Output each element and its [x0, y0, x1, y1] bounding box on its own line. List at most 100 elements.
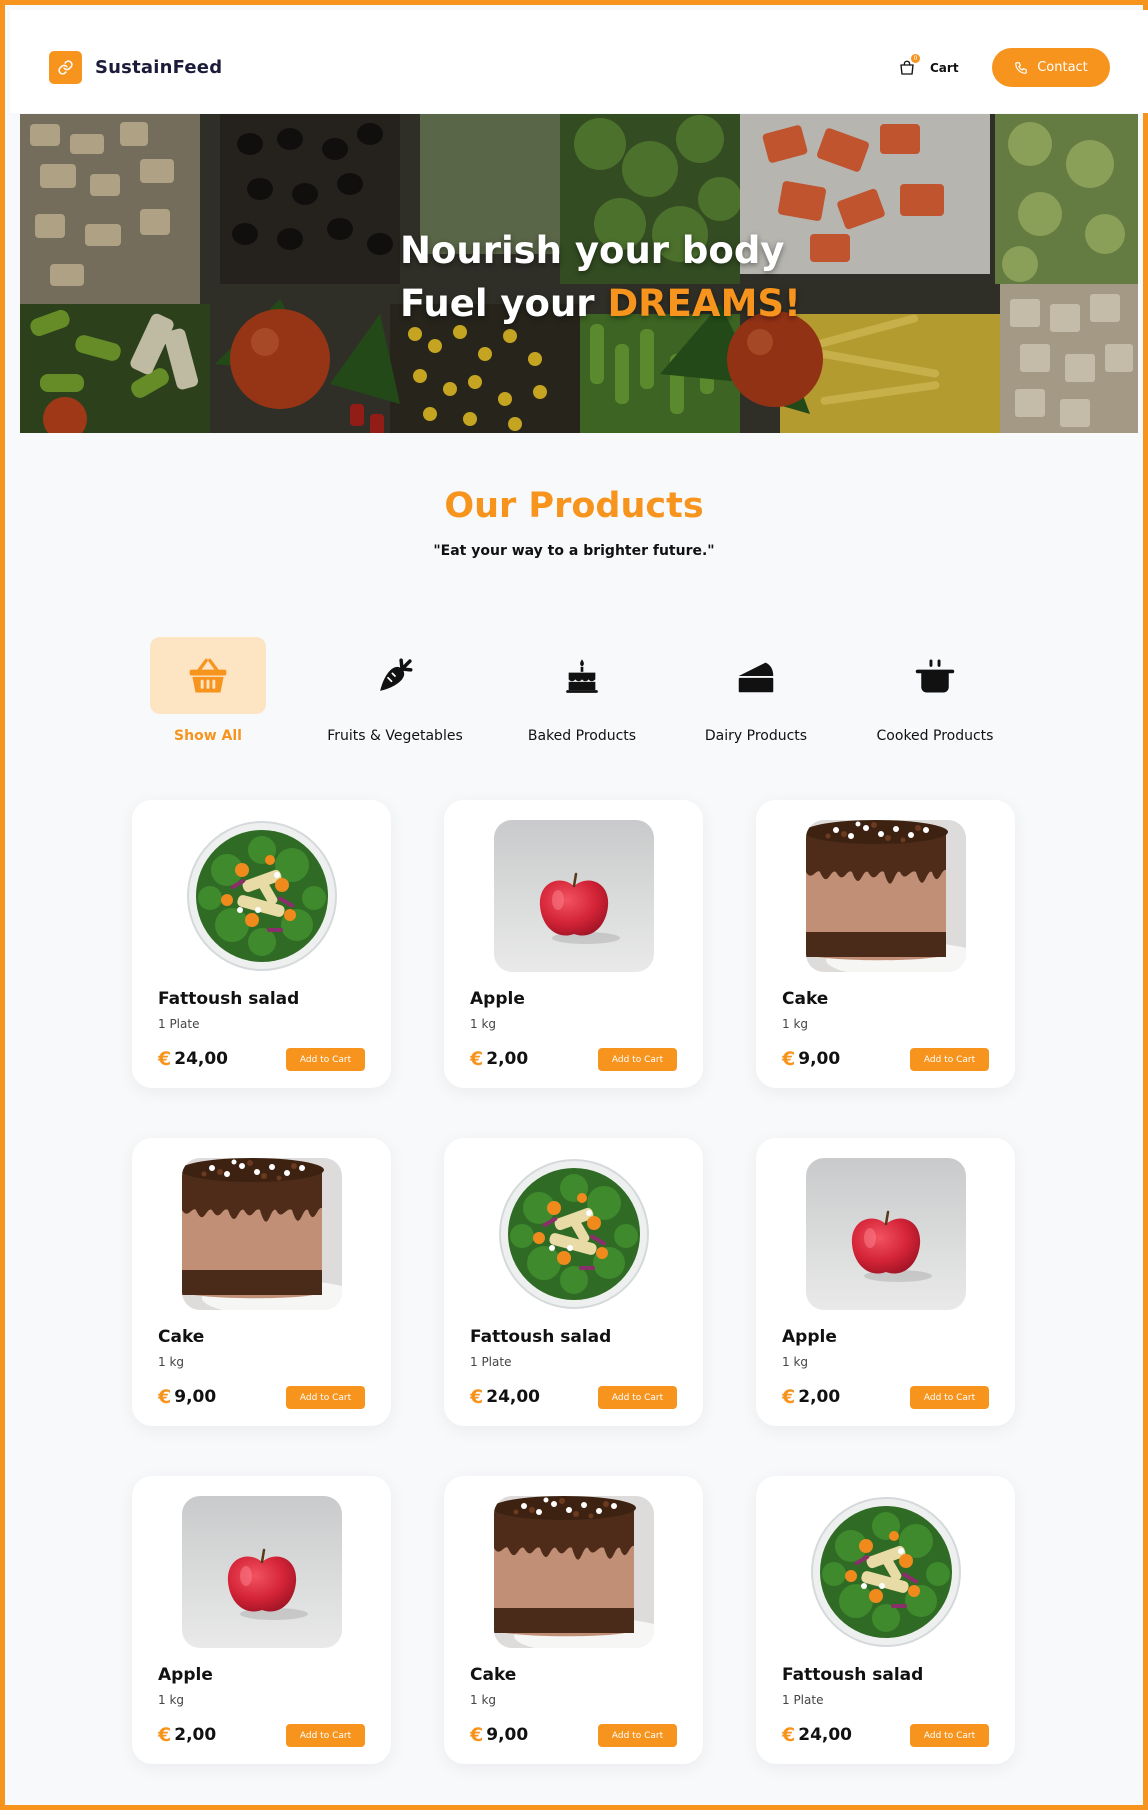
- contact-label: Contact: [1037, 60, 1088, 75]
- euro-currency-icon: €: [470, 1386, 484, 1408]
- shopping-bag-icon: 0: [898, 54, 920, 77]
- price-amount: 24,00: [486, 1387, 541, 1407]
- product-quantity: 1 kg: [470, 1693, 497, 1707]
- hero-line-2-accent: DREAMS!: [607, 282, 801, 325]
- product-card[interactable]: Cake 1 kg €9,00 Add to Cart: [756, 800, 1015, 1088]
- product-card[interactable]: Apple 1 kg €2,00 Add to Cart: [444, 800, 703, 1088]
- add-to-cart-button[interactable]: Add to Cart: [910, 1386, 989, 1409]
- product-name: Apple: [470, 989, 525, 1009]
- product-card[interactable]: Cake 1 kg €9,00 Add to Cart: [444, 1476, 703, 1764]
- add-to-cart-button[interactable]: Add to Cart: [286, 1386, 365, 1409]
- price-amount: 9,00: [798, 1049, 841, 1069]
- cart-label: Cart: [930, 61, 959, 75]
- product-image-apple[interactable]: [806, 1158, 966, 1310]
- product-price: €24,00: [782, 1724, 852, 1746]
- product-name: Fattoush salad: [782, 1665, 924, 1685]
- product-price: €9,00: [158, 1386, 216, 1408]
- euro-currency-icon: €: [782, 1724, 796, 1746]
- product-name: Fattoush salad: [470, 1327, 612, 1347]
- hero-headline: Nourish your body Fuel your DREAMS!: [400, 224, 801, 330]
- category-show-all[interactable]: Show All: [118, 637, 298, 744]
- product-image-cake[interactable]: [494, 1496, 654, 1648]
- product-image-salad[interactable]: [182, 820, 342, 972]
- product-image-cake[interactable]: [182, 1158, 342, 1310]
- product-quantity: 1 kg: [782, 1017, 809, 1031]
- product-card[interactable]: Fattoush salad 1 Plate €24,00 Add to Cart: [132, 800, 391, 1088]
- product-card[interactable]: Fattoush salad 1 Plate €24,00 Add to Cart: [756, 1476, 1015, 1764]
- product-price: €9,00: [782, 1048, 840, 1070]
- product-quantity: 1 kg: [158, 1693, 185, 1707]
- product-quantity: 1 kg: [158, 1355, 185, 1369]
- products-tagline: "Eat your way to a brighter future.": [433, 543, 715, 559]
- euro-currency-icon: €: [470, 1048, 484, 1070]
- product-name: Cake: [158, 1327, 205, 1347]
- price-amount: 24,00: [174, 1049, 229, 1069]
- product-card[interactable]: Fattoush salad 1 Plate €24,00 Add to Cart: [444, 1138, 703, 1426]
- product-name: Cake: [782, 989, 829, 1009]
- cart-link[interactable]: 0 Cart: [898, 54, 959, 80]
- product-image-salad[interactable]: [494, 1158, 654, 1310]
- product-quantity: 1 kg: [782, 1355, 809, 1369]
- product-card[interactable]: Cake 1 kg €9,00 Add to Cart: [132, 1138, 391, 1426]
- hero-banner: Nourish your body Fuel your DREAMS!: [20, 114, 1138, 433]
- hero-line-2-prefix: Fuel your: [400, 282, 608, 325]
- product-card[interactable]: Apple 1 kg €2,00 Add to Cart: [756, 1138, 1015, 1426]
- product-name: Apple: [782, 1327, 837, 1347]
- product-image-salad[interactable]: [806, 1496, 966, 1648]
- product-image-apple[interactable]: [182, 1496, 342, 1648]
- euro-currency-icon: €: [158, 1724, 172, 1746]
- product-quantity: 1 Plate: [470, 1355, 512, 1369]
- euro-currency-icon: €: [470, 1724, 484, 1746]
- cooking-pot-icon: [915, 659, 955, 692]
- price-amount: 2,00: [798, 1387, 841, 1407]
- product-price: €24,00: [470, 1386, 540, 1408]
- category-fruits-vegetables[interactable]: Fruits & Vegetables: [305, 637, 485, 744]
- category-label: Fruits & Vegetables: [327, 728, 463, 744]
- add-to-cart-button[interactable]: Add to Cart: [598, 1386, 677, 1409]
- product-price: €2,00: [782, 1386, 840, 1408]
- product-price: €9,00: [470, 1724, 528, 1746]
- category-label: Baked Products: [527, 728, 637, 744]
- product-price: €2,00: [470, 1048, 528, 1070]
- top-navbar: SustainFeed 0 Cart Contact: [10, 10, 1148, 113]
- basket-icon: [189, 658, 227, 692]
- product-quantity: 1 Plate: [782, 1693, 824, 1707]
- product-price: €2,00: [158, 1724, 216, 1746]
- add-to-cart-button[interactable]: Add to Cart: [910, 1724, 989, 1747]
- category-dairy-products[interactable]: Dairy Products: [666, 637, 846, 744]
- hero-line-2: Fuel your DREAMS!: [400, 277, 801, 330]
- price-amount: 9,00: [486, 1725, 529, 1745]
- price-amount: 2,00: [486, 1049, 529, 1069]
- cart-count-badge: 0: [911, 54, 920, 63]
- add-to-cart-button[interactable]: Add to Cart: [286, 1724, 365, 1747]
- euro-currency-icon: €: [782, 1048, 796, 1070]
- products-title: Our Products: [444, 486, 704, 526]
- cheese-icon: [738, 662, 774, 692]
- birthday-cake-icon: [566, 658, 598, 693]
- category-cooked-products[interactable]: Cooked Products: [845, 637, 1025, 744]
- price-amount: 9,00: [174, 1387, 217, 1407]
- euro-currency-icon: €: [158, 1386, 172, 1408]
- add-to-cart-button[interactable]: Add to Cart: [598, 1048, 677, 1071]
- euro-currency-icon: €: [782, 1386, 796, 1408]
- price-amount: 24,00: [798, 1725, 853, 1745]
- product-card[interactable]: Apple 1 kg €2,00 Add to Cart: [132, 1476, 391, 1764]
- price-amount: 2,00: [174, 1725, 217, 1745]
- hero-line-1: Nourish your body: [400, 229, 785, 272]
- add-to-cart-button[interactable]: Add to Cart: [910, 1048, 989, 1071]
- product-name: Apple: [158, 1665, 213, 1685]
- logo-icon[interactable]: [49, 51, 82, 84]
- product-price: €24,00: [158, 1048, 228, 1070]
- contact-button[interactable]: Contact: [992, 48, 1110, 87]
- product-quantity: 1 kg: [470, 1017, 497, 1031]
- category-label: Dairy Products: [704, 728, 808, 744]
- category-baked-products[interactable]: Baked Products: [492, 637, 672, 744]
- product-name: Fattoush salad: [158, 989, 300, 1009]
- phone-icon: [1015, 61, 1028, 74]
- brand-name[interactable]: SustainFeed: [95, 57, 222, 78]
- product-image-apple[interactable]: [494, 820, 654, 972]
- add-to-cart-button[interactable]: Add to Cart: [286, 1048, 365, 1071]
- add-to-cart-button[interactable]: Add to Cart: [598, 1724, 677, 1747]
- product-image-cake[interactable]: [806, 820, 966, 972]
- product-quantity: 1 Plate: [158, 1017, 200, 1031]
